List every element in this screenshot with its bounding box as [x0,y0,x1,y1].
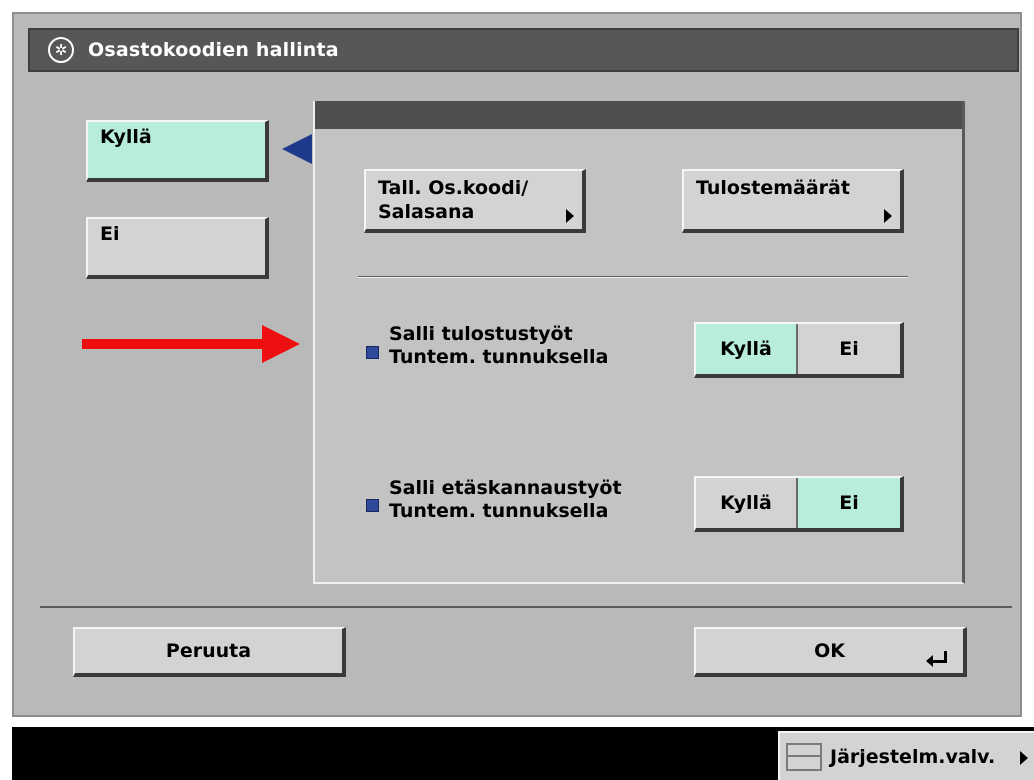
arrow-right-icon [1020,751,1028,765]
option-print-unknown-line1: Salli tulostustyöt [389,323,573,345]
arrow-right-icon [566,209,574,223]
ok-button[interactable]: OK [694,627,967,677]
print-limits-button[interactable]: Tulostemäärät [682,169,904,233]
panel-pointer-icon [282,134,312,164]
option-print-unknown-label: Salli tulostustyöt Tuntem. tunnuksella [389,323,608,369]
system-monitor-icon [786,742,822,771]
side-no-button[interactable]: Ei [86,217,269,279]
annotation-arrow-icon [262,325,300,363]
enter-icon [926,651,947,667]
system-monitor-button[interactable]: Järjestelm.valv. [778,731,1034,780]
annotation-arrow-shaft [82,339,268,349]
cancel-button[interactable]: Peruuta [73,627,346,677]
panel-divider [358,276,908,278]
title-bar: ✲ Osastokoodien hallinta [28,28,1019,72]
register-dept-id-label-line1: Tall. Os.koodi/ [378,177,529,199]
arrow-right-icon [884,209,892,223]
bullet-icon [366,499,379,512]
option-print-unknown-line2: Tuntem. tunnuksella [389,346,609,368]
system-monitor-label: Järjestelm.valv. [830,745,996,768]
side-yes-button[interactable]: Kyllä [86,120,269,182]
bullet-icon [366,346,379,359]
department-id-icon: ✲ [48,37,74,63]
scan-unknown-no[interactable]: Ei [798,478,900,528]
scan-unknown-toggle[interactable]: Kyllä Ei [694,476,904,532]
option-scan-unknown-line1: Salli etäskannaustyöt [389,477,622,499]
ok-label: OK [814,640,845,662]
option-scan-unknown-label: Salli etäskannaustyöt Tuntem. tunnuksell… [389,477,622,523]
register-dept-id-button[interactable]: Tall. Os.koodi/ Salasana [364,169,586,233]
print-unknown-yes[interactable]: Kyllä [696,324,798,374]
scan-unknown-yes[interactable]: Kyllä [696,478,798,528]
print-unknown-no[interactable]: Ei [798,324,900,374]
print-limits-label: Tulostemäärät [696,177,850,199]
print-unknown-toggle[interactable]: Kyllä Ei [694,322,904,378]
option-scan-unknown-line2: Tuntem. tunnuksella [389,500,609,522]
register-dept-id-label-line2: Salasana [378,201,475,223]
panel-header [315,101,962,129]
window-title: Osastokoodien hallinta [88,39,339,61]
